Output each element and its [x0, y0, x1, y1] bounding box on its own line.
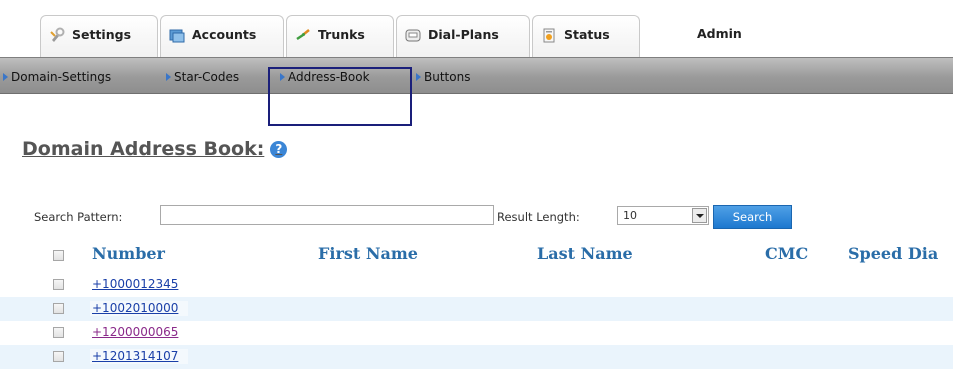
bullet-arrow-icon [416, 73, 421, 81]
tab-label: Dial-Plans [428, 27, 499, 42]
column-header-cmc[interactable]: CMC [765, 244, 808, 263]
column-header-first-name[interactable]: First Name [318, 244, 418, 263]
tab-label: Status [564, 27, 610, 42]
result-length-value: 10 [623, 209, 637, 222]
search-pattern-label: Search Pattern: [34, 210, 123, 224]
result-length-select[interactable]: 10 [617, 206, 709, 225]
number-link[interactable]: +1000012345 [90, 277, 189, 292]
tab-dial-plans[interactable]: Dial-Plans [396, 15, 530, 57]
table-row: +1000012345 [0, 273, 953, 297]
column-header-speed-dial[interactable]: Speed Dia [848, 244, 938, 263]
dial-plans-icon [405, 27, 421, 43]
sub-navigation-bar: Domain-Settings Star-Codes Address-Book … [0, 57, 953, 94]
page-title-text: Domain Address Book: [22, 138, 265, 160]
row-checkbox[interactable] [53, 351, 64, 362]
status-icon [541, 27, 557, 43]
table-row: +1201314107 [0, 345, 953, 369]
column-header-last-name[interactable]: Last Name [537, 244, 633, 263]
trunks-icon [295, 27, 311, 43]
bullet-arrow-icon [3, 73, 8, 81]
subnav-item-buttons[interactable]: Buttons [416, 70, 470, 84]
subnav-item-domain-settings[interactable]: Domain-Settings [3, 70, 111, 84]
row-checkbox[interactable] [53, 279, 64, 290]
top-tab-bar: Settings Accounts Trunks Dial-Plans Stat… [0, 0, 953, 57]
tab-trunks[interactable]: Trunks [286, 15, 394, 57]
table-row: +1200000065 [0, 321, 953, 345]
tab-label: Settings [72, 27, 132, 42]
table-row: +1002010000 [0, 297, 953, 321]
subnav-item-star-codes[interactable]: Star-Codes [166, 70, 239, 84]
table-header: Number First Name Last Name CMC Speed Di… [0, 236, 953, 270]
number-link[interactable]: +1002010000 [90, 301, 189, 316]
accounts-icon [169, 27, 185, 43]
row-checkbox[interactable] [53, 303, 64, 314]
search-button[interactable]: Search [713, 205, 792, 229]
number-link[interactable]: +1201314107 [90, 349, 189, 364]
row-checkbox[interactable] [53, 327, 64, 338]
tab-label: Accounts [192, 27, 257, 42]
tab-label: Trunks [318, 27, 365, 42]
column-header-number[interactable]: Number [92, 244, 165, 263]
page-title: Domain Address Book: ? [22, 138, 288, 160]
admin-label[interactable]: Admin [697, 26, 742, 41]
settings-icon [49, 27, 65, 43]
bullet-arrow-icon [166, 73, 171, 81]
tab-accounts[interactable]: Accounts [160, 15, 284, 57]
tab-settings[interactable]: Settings [40, 15, 158, 57]
number-link[interactable]: +1200000065 [90, 325, 189, 340]
tab-status[interactable]: Status [532, 15, 640, 57]
chevron-down-icon[interactable] [692, 208, 707, 223]
search-pattern-input[interactable] [160, 205, 494, 225]
result-length-label: Result Length: [497, 210, 580, 224]
select-all-checkbox[interactable] [53, 250, 64, 261]
address-book-highlight-box [268, 67, 412, 126]
help-icon[interactable]: ? [270, 140, 288, 158]
